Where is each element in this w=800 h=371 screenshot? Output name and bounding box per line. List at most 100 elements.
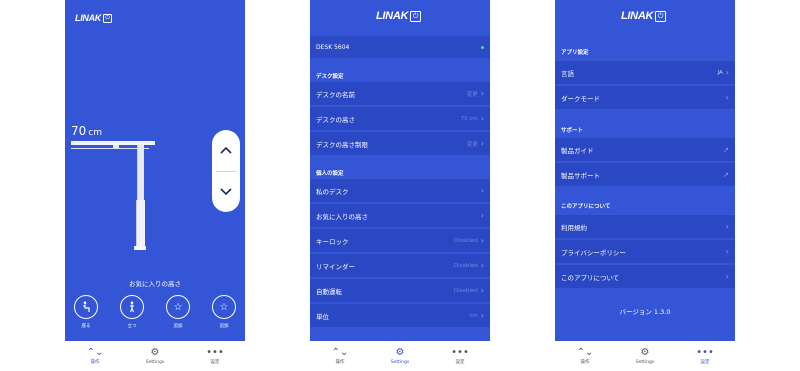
tab-label: 操作 (335, 359, 345, 365)
favorite-add-1[interactable]: ☆ 追加 (161, 295, 195, 329)
section-about: このアプリについて (561, 204, 611, 210)
height-value: 70 (71, 124, 87, 138)
chevron-down-icon (220, 188, 232, 196)
gear-icon: ⚙ (640, 346, 650, 358)
row-product-support[interactable]: 製品サポート ↗ (555, 162, 735, 186)
row-label: デスクの高さ制限 (316, 140, 368, 149)
tab-desk-settings[interactable]: ⚙ Settings (130, 347, 180, 366)
row-label: ダークモード (561, 94, 600, 103)
app-version: バージョン 1.3.0 (619, 308, 671, 316)
app-settings-screen: LINAK ⏻ アプリ設定 言語 JA › ダークモード › サポート 製品ガイド… (555, 0, 735, 371)
row-auto-drive[interactable]: 自動運転 Disabled › (310, 278, 490, 302)
section-app-settings: アプリ設定 (561, 50, 589, 56)
brand-name: LINAK (621, 10, 654, 22)
tab-label: Settings (635, 359, 655, 365)
row-label: プライバシーポリシー (561, 248, 626, 257)
favorite-stand[interactable]: 立つ (115, 295, 149, 329)
section-desk-settings: デスク設定 (316, 74, 344, 80)
row-unit[interactable]: 単位 cm › (310, 303, 490, 327)
tab-desk-settings[interactable]: ⚙ Settings (375, 347, 425, 366)
chevron-right-icon: › (480, 88, 484, 98)
move-up-button[interactable] (212, 130, 240, 170)
chevron-up-icon (220, 146, 232, 154)
chevron-right-icon: › (480, 185, 484, 195)
tab-control[interactable]: ⌃⌄ 操作 (560, 347, 610, 366)
favorite-label: 立つ (127, 324, 137, 329)
favorite-sit[interactable]: 座る (69, 295, 103, 329)
linak-logo: LINAK ⏻ (75, 13, 112, 23)
chevron-right-icon: › (725, 92, 729, 102)
chevron-right-icon: › (725, 246, 729, 256)
favorite-label: 追加 (173, 324, 183, 329)
brand-name: LINAK (376, 10, 409, 22)
row-language[interactable]: 言語 JA › (555, 60, 735, 84)
tab-label: 設定 (210, 359, 220, 365)
tab-app-settings[interactable]: ••• 設定 (190, 347, 240, 366)
desk-control-screen: LINAK ⏻ 70 cm お気に入りの高さ 座る 立つ ☆ 追加 ☆ 追加 ⌃… (65, 0, 245, 371)
row-about-app[interactable]: このアプリについて › (555, 264, 735, 288)
row-privacy-policy[interactable]: プライバシーポリシー › (555, 239, 735, 263)
chevron-right-icon: › (480, 210, 484, 220)
row-my-desks[interactable]: 私のデスク › (310, 178, 490, 202)
chevron-right-icon: › (725, 67, 729, 77)
tab-desk-settings[interactable]: ⚙ Settings (620, 347, 670, 366)
height-readout: 70 cm (71, 124, 102, 138)
desk-bracket (113, 145, 119, 148)
row-value: Disabled (453, 237, 478, 244)
desk-settings-screen: LINAK ⏻ DESK 5604 デスク設定 デスクの名前 変更 › デスクの高… (310, 0, 490, 371)
star-icon: ☆ (166, 295, 190, 319)
up-down-icon: ⌃⌄ (576, 346, 594, 358)
row-value: Disabled (453, 287, 478, 294)
row-value: JA (717, 69, 723, 76)
row-label: 製品サポート (561, 171, 600, 180)
row-label: リマインダー (316, 262, 355, 271)
gear-icon: ⚙ (150, 346, 160, 358)
row-label: 言語 (561, 69, 574, 78)
tab-bar: ⌃⌄ 操作 ⚙ Settings ••• 設定 (65, 341, 245, 371)
tab-control[interactable]: ⌃⌄ 操作 (70, 347, 120, 366)
favorites-row: 座る 立つ ☆ 追加 ☆ 追加 (69, 295, 241, 329)
move-down-button[interactable] (212, 172, 240, 212)
row-desk-height[interactable]: デスクの高さ 70 cm › (310, 106, 490, 130)
chevron-right-icon: › (480, 310, 484, 320)
chevron-right-icon: › (725, 221, 729, 231)
row-desk-height-limit[interactable]: デスクの高さ制限 変更 › (310, 131, 490, 155)
tab-control[interactable]: ⌃⌄ 操作 (315, 347, 365, 366)
desk-leg-lower (136, 200, 145, 248)
row-value: 70 cm (460, 115, 478, 122)
chevron-right-icon: › (480, 235, 484, 245)
favorites-title: お気に入りの高さ (129, 280, 181, 288)
tab-label: Settings (145, 359, 165, 365)
row-key-lock[interactable]: キーロック Disabled › (310, 228, 490, 252)
row-reminder[interactable]: リマインダー Disabled › (310, 253, 490, 277)
more-icon: ••• (451, 346, 469, 358)
favorite-label: 追加 (219, 324, 229, 329)
row-label: 単位 (316, 312, 329, 321)
up-down-icon: ⌃⌄ (331, 346, 349, 358)
section-personal-settings: 個人の設定 (316, 171, 344, 177)
favorite-add-2[interactable]: ☆ 追加 (207, 295, 241, 329)
external-link-icon: ↗ (723, 170, 729, 179)
row-label: 私のデスク (316, 187, 349, 196)
tab-app-settings[interactable]: ••• 設定 (435, 347, 485, 366)
row-desk-name[interactable]: デスクの名前 変更 › (310, 81, 490, 105)
device-name: DESK 5604 (316, 43, 350, 51)
row-product-guide[interactable]: 製品ガイド ↗ (555, 137, 735, 161)
chevron-right-icon: › (480, 260, 484, 270)
connected-device[interactable]: DESK 5604 (310, 36, 490, 58)
desk-foot (134, 246, 146, 250)
tab-app-settings[interactable]: ••• 設定 (680, 347, 730, 366)
row-label: キーロック (316, 237, 349, 246)
tab-bar: ⌃⌄ 操作 ⚙ Settings ••• 設定 (555, 341, 735, 371)
favorite-label: 座る (81, 324, 91, 329)
row-label: デスクの高さ (316, 115, 355, 124)
chevron-right-icon: › (480, 138, 484, 148)
row-terms[interactable]: 利用規約 › (555, 214, 735, 238)
row-label: 自動運転 (316, 287, 342, 296)
row-value: 変更 (466, 141, 478, 148)
brand-mark-icon: ⏻ (655, 10, 667, 22)
row-favorite-heights[interactable]: お気に入りの高さ › (310, 203, 490, 227)
tab-label: 設定 (700, 359, 710, 365)
row-value: cm (469, 312, 478, 319)
row-dark-mode[interactable]: ダークモード › (555, 85, 735, 109)
